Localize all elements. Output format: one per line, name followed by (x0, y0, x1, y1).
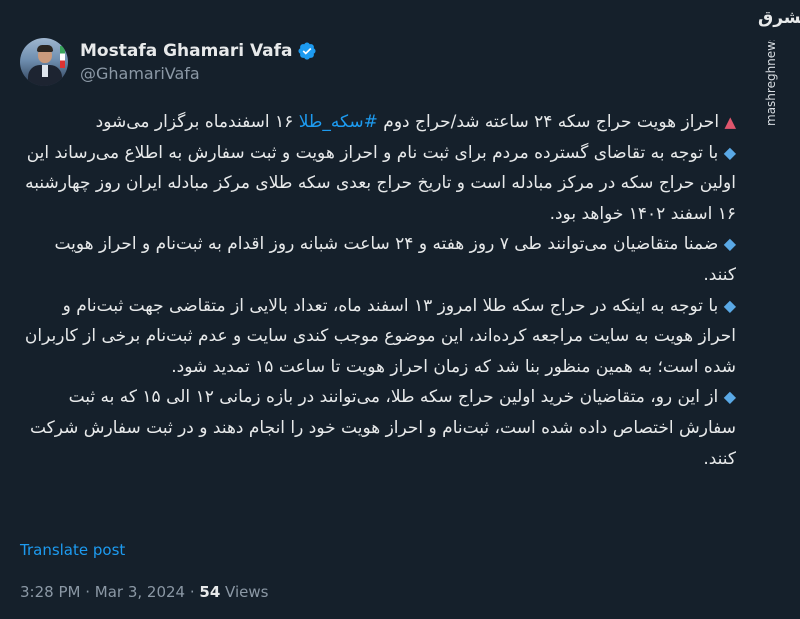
watermark: مشرق mashreghnews.ir (758, 8, 800, 128)
tweet-paragraph-5: ◆ از این رو، متقاضیان خرید اولین حراج سک… (29, 387, 736, 469)
author-handle[interactable]: @GhamariVafa (80, 64, 317, 83)
blue-diamond-icon: ◆ (723, 387, 736, 407)
tweet-date[interactable]: Mar 3, 2024 (95, 583, 185, 601)
meta-separator: · (185, 583, 200, 601)
tweet-meta: 3:28 PM · Mar 3, 2024 · 54 Views (20, 583, 268, 601)
author-avatar[interactable] (20, 38, 68, 86)
verified-badge-icon (297, 42, 316, 60)
author-display-name[interactable]: Mostafa Ghamari Vafa (80, 41, 293, 61)
translate-post-link[interactable]: Translate post (20, 541, 125, 559)
watermark-site: mashreghnews.ir (764, 40, 778, 126)
tweet-time[interactable]: 3:28 PM (20, 583, 80, 601)
blue-diamond-icon: ◆ (723, 234, 736, 254)
tweet-text: ▲ احراز هویت حراج سکه ۲۴ ساعته شد/حراج د… (20, 107, 736, 474)
tweet-paragraph-4: ◆ با توجه به اینکه در حراج سکه طلا امروز… (24, 295, 736, 377)
tweet-paragraph-2: ◆ با توجه به تقاضای گسترده مردم برای ثبت… (25, 142, 736, 224)
tweet-paragraph-3: ◆ ضمنا متقاضیان می‌توانند طی ۷ روز هفته … (54, 234, 736, 285)
red-triangle-icon: ▲ (724, 113, 736, 131)
blue-diamond-icon: ◆ (723, 142, 736, 162)
tweet-paragraph-1: ▲ احراز هویت حراج سکه ۲۴ ساعته شد/حراج د… (95, 112, 736, 132)
views-count: 54 (199, 583, 221, 601)
author-names: Mostafa Ghamari Vafa @GhamariVafa (80, 41, 317, 83)
blue-diamond-icon: ◆ (723, 295, 736, 315)
watermark-logo: مشرق (758, 8, 800, 28)
views-label: Views (220, 583, 269, 601)
tweet-header: Mostafa Ghamari Vafa @GhamariVafa (20, 36, 317, 88)
meta-separator: · (80, 583, 95, 601)
hashtag-link[interactable]: #سکه_طلا (299, 112, 378, 132)
